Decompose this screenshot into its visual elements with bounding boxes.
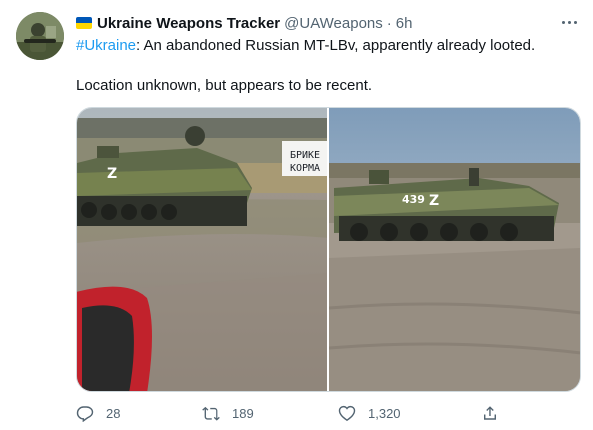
author-handle[interactable]: @UAWeapons: [284, 15, 383, 32]
author-name[interactable]: Ukraine Weapons Tracker: [97, 15, 280, 32]
tweet-text-line2: Location unknown, but appears to be rece…: [76, 77, 373, 94]
car-mirror: [77, 286, 152, 391]
media-grid: БРИКЕ КОРМА Z 439 Z: [76, 107, 581, 392]
retweet-icon: [202, 406, 220, 421]
retweet-count: 189: [232, 405, 254, 421]
tweet-header: Ukraine Weapons Tracker @UAWeapons · 6h: [76, 12, 581, 34]
ukraine-flag-icon: [76, 17, 92, 29]
avatar[interactable]: [16, 12, 64, 60]
reply-icon: [76, 406, 94, 422]
like-icon: [338, 405, 356, 422]
tweet[interactable]: Ukraine Weapons Tracker @UAWeapons · 6h …: [0, 0, 593, 430]
vehicle-left-mark: Z: [107, 166, 117, 182]
reply-button[interactable]: 28: [76, 401, 120, 425]
vehicle-right-mark: Z: [429, 193, 439, 209]
like-button[interactable]: 1,320: [338, 401, 401, 425]
tweet-text: #Ukraine: An abandoned Russian MT-LBv, a…: [76, 36, 579, 96]
separator: ·: [386, 14, 392, 32]
hashtag-link[interactable]: #Ukraine: [76, 37, 136, 54]
like-count: 1,320: [368, 405, 401, 421]
sign-line2: КОРМА: [290, 163, 320, 174]
sign-line1: БРИКЕ: [290, 150, 320, 161]
retweet-button[interactable]: 189: [202, 401, 254, 425]
share-icon: [484, 406, 496, 420]
tweet-text-body: : An abandoned Russian MT-LBv, apparentl…: [136, 37, 536, 54]
more-icon[interactable]: [559, 12, 579, 32]
reply-count: 28: [106, 405, 121, 421]
photo-left[interactable]: БРИКЕ КОРМА Z: [77, 108, 327, 391]
avatar-image: [16, 12, 64, 60]
tweet-text-line1: #Ukraine: An abandoned Russian MT-LBv, a…: [76, 36, 579, 56]
timestamp[interactable]: 6h: [396, 15, 413, 32]
share-button[interactable]: [481, 401, 499, 425]
tweet-actions: 28 189 1,320: [76, 401, 579, 425]
photo-right[interactable]: 439 Z: [329, 108, 580, 391]
vehicle-right-number: 439: [402, 193, 425, 206]
